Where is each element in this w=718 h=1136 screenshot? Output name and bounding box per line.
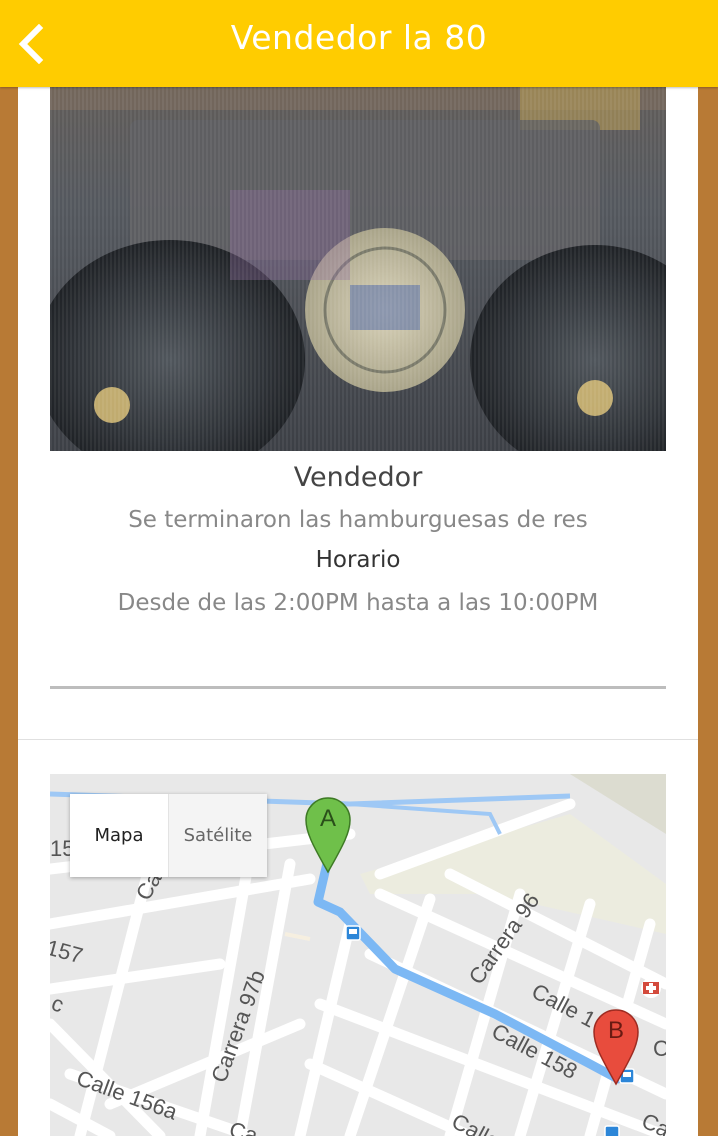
hospital-icon <box>641 978 661 998</box>
content-card: Vendedor Se terminaron las hamburguesas … <box>18 0 698 1136</box>
marker-a-label: A <box>320 805 336 832</box>
divider <box>50 686 666 689</box>
marker-b-label: B <box>608 1017 624 1044</box>
schedule-text: Desde de las 2:00PM hasta a las 10:00PM <box>117 590 599 616</box>
section-divider <box>18 739 698 740</box>
schedule-label: Horario <box>315 547 401 573</box>
route-map[interactable]: Carrera 96 Carrera 97b Calle 158 Calle 1… <box>50 774 666 1136</box>
bus-stop-icon <box>345 925 361 941</box>
map-type-satellite-button[interactable]: Satélite <box>168 794 267 877</box>
street-label: C <box>653 1036 666 1061</box>
vendor-status: Se terminaron las hamburguesas de res <box>128 507 588 533</box>
map-type-map-button[interactable]: Mapa <box>70 794 168 877</box>
page-title: Vendedor la 80 <box>230 18 488 57</box>
app-header: Vendedor la 80 <box>0 0 718 87</box>
map-type-toggle: Mapa Satélite <box>70 794 267 877</box>
bus-stop-icon <box>604 1125 620 1136</box>
vendor-name: Vendedor <box>293 462 423 493</box>
